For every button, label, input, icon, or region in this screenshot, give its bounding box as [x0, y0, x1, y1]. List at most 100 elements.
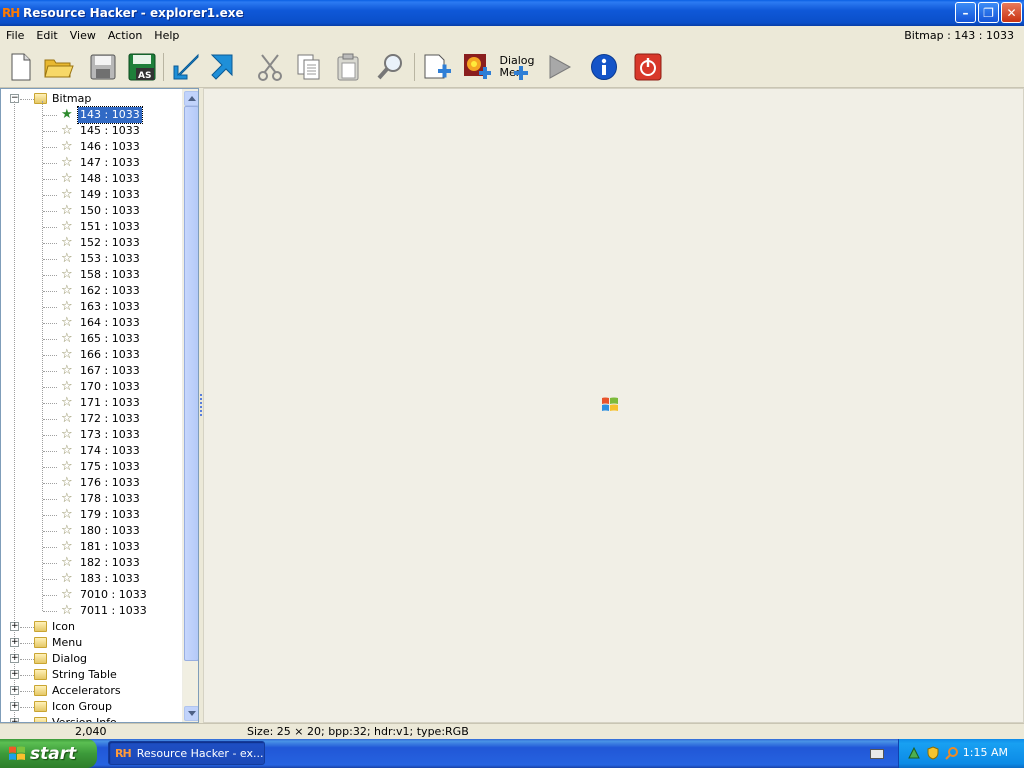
tree-node-bitmap-item[interactable]: ☆ 167 : 1033 [1, 363, 181, 379]
copy-button[interactable] [293, 51, 325, 83]
tree-node-bitmap-item[interactable]: ☆ 164 : 1033 [1, 315, 181, 331]
search-icon[interactable] [945, 746, 959, 760]
tree-node-bitmap-item[interactable]: ☆ 151 : 1033 [1, 219, 181, 235]
scroll-up-button[interactable] [184, 91, 198, 106]
cut-icon [258, 54, 282, 81]
info-button[interactable] [588, 51, 620, 83]
windows-flag-icon [9, 746, 25, 760]
tree-node-bitmap-item[interactable]: ☆ 147 : 1033 [1, 155, 181, 171]
tree-connector [43, 499, 57, 500]
add-resource-button[interactable] [421, 51, 453, 83]
tree-node-bitmap-item[interactable]: ☆ 174 : 1033 [1, 443, 181, 459]
tree-node-bitmap-item[interactable]: ☆ 179 : 1033 [1, 507, 181, 523]
tree-node-folder[interactable]: + Icon Group [1, 699, 181, 715]
run-script-button[interactable] [543, 51, 575, 83]
menu-view[interactable]: View [64, 29, 102, 42]
tree-connector [43, 387, 57, 388]
expand-icon[interactable]: + [10, 670, 19, 679]
tree-node-bitmap-item[interactable]: ☆ 150 : 1033 [1, 203, 181, 219]
tree-node-bitmap-item[interactable]: ☆ 181 : 1033 [1, 539, 181, 555]
maximize-button[interactable]: ❐ [978, 2, 999, 23]
bitmap-star-icon: ☆ [61, 395, 73, 410]
tree-node-bitmap-item[interactable]: ☆ 182 : 1033 [1, 555, 181, 571]
tree-node-label: 146 : 1033 [80, 140, 140, 153]
bitmap-star-icon: ☆ [61, 571, 73, 586]
tree-node-bitmap-item[interactable]: ★ 143 : 1033 [1, 106, 181, 124]
bitmap-star-icon: ☆ [61, 219, 73, 234]
tree-node-bitmap-item[interactable]: ☆ 165 : 1033 [1, 331, 181, 347]
tree-node-bitmap-item[interactable]: ☆ 7011 : 1033 [1, 603, 181, 619]
tree-node-bitmap-item[interactable]: ☆ 176 : 1033 [1, 475, 181, 491]
tree-node-folder[interactable]: + Dialog [1, 651, 181, 667]
tree-node-bitmap-item[interactable]: ☆ 145 : 1033 [1, 123, 181, 139]
tree-node-folder[interactable]: + Version Info [1, 715, 181, 722]
tree-scrollbar[interactable] [182, 89, 198, 722]
import-button[interactable] [170, 51, 202, 83]
tree-node-bitmap-item[interactable]: ☆ 163 : 1033 [1, 299, 181, 315]
tree-node-label: 183 : 1033 [80, 572, 140, 585]
resource-tree[interactable]: − Bitmap ★ 143 : 1033 ☆ 145 : 1033 ☆ 146 : 1033… [0, 88, 199, 723]
find-button[interactable] [374, 51, 406, 83]
menu-file[interactable]: File [0, 29, 30, 42]
title-bar[interactable]: RH Resource Hacker - explorer1.exe – ❐ ✕ [0, 0, 1024, 26]
tree-node-bitmap-item[interactable]: ☆ 158 : 1033 [1, 267, 181, 283]
security-shield-icon[interactable] [926, 746, 940, 760]
bitmap-preview-pane [203, 88, 1024, 723]
tree-node-bitmap-item[interactable]: ☆ 148 : 1033 [1, 171, 181, 187]
network-icon[interactable] [907, 746, 921, 760]
tree-node-label: 145 : 1033 [80, 124, 140, 137]
cut-button[interactable] [254, 51, 286, 83]
splitter-grip[interactable] [200, 394, 202, 416]
bitmap-star-icon: ☆ [61, 411, 73, 426]
tree-node-bitmap-item[interactable]: ☆ 180 : 1033 [1, 523, 181, 539]
tree-node-bitmap-item[interactable]: ☆ 171 : 1033 [1, 395, 181, 411]
tree-node-bitmap-item[interactable]: ☆ 178 : 1033 [1, 491, 181, 507]
taskbar-item-resource-hacker[interactable]: RH Resource Hacker - ex... [108, 741, 265, 765]
tree-node-bitmap-item[interactable]: ☆ 183 : 1033 [1, 571, 181, 587]
start-button[interactable]: start [0, 739, 97, 768]
expand-icon[interactable]: + [10, 654, 19, 663]
tree-node-bitmap-item[interactable]: ☆ 175 : 1033 [1, 459, 181, 475]
expand-icon[interactable]: + [10, 702, 19, 711]
expand-icon[interactable]: + [10, 686, 19, 695]
minimize-button[interactable]: – [955, 2, 976, 23]
scroll-thumb[interactable] [184, 106, 198, 661]
tree-node-label: 153 : 1033 [80, 252, 140, 265]
menu-help[interactable]: Help [148, 29, 185, 42]
tree-node-bitmap-item[interactable]: ☆ 7010 : 1033 [1, 587, 181, 603]
paste-button[interactable] [332, 51, 364, 83]
new-button[interactable] [5, 51, 37, 83]
tree-node-folder[interactable]: + String Table [1, 667, 181, 683]
menu-action[interactable]: Action [102, 29, 148, 42]
tree-node-folder[interactable]: + Menu [1, 635, 181, 651]
menu-edit[interactable]: Edit [30, 29, 63, 42]
tree-node-bitmap-item[interactable]: ☆ 172 : 1033 [1, 411, 181, 427]
tree-node-bitmap-item[interactable]: ☆ 166 : 1033 [1, 347, 181, 363]
tree-node-bitmap-item[interactable]: ☆ 146 : 1033 [1, 139, 181, 155]
tree-node-bitmap[interactable]: − Bitmap [1, 91, 181, 107]
menu-bar: File Edit View Action Help Bitmap : 143 … [0, 26, 1024, 45]
tree-node-bitmap-item[interactable]: ☆ 170 : 1033 [1, 379, 181, 395]
tree-node-bitmap-item[interactable]: ☆ 162 : 1033 [1, 283, 181, 299]
tree-node-bitmap-item[interactable]: ☆ 149 : 1033 [1, 187, 181, 203]
export-button[interactable] [208, 51, 240, 83]
bitmap-star-icon: ☆ [61, 203, 73, 218]
open-button[interactable] [43, 51, 75, 83]
expand-icon[interactable]: + [10, 638, 19, 647]
scroll-down-button[interactable] [184, 706, 198, 721]
tree-node-folder[interactable]: + Accelerators [1, 683, 181, 699]
tree-node-folder[interactable]: + Icon [1, 619, 181, 635]
tree-node-bitmap-item[interactable]: ☆ 173 : 1033 [1, 427, 181, 443]
expand-icon[interactable]: + [10, 622, 19, 631]
folder-icon [34, 621, 47, 632]
save-button[interactable] [87, 51, 119, 83]
toolbar: AS Dialog Mer [0, 45, 1024, 88]
add-image-button[interactable] [461, 51, 493, 83]
keyboard-icon[interactable] [870, 749, 884, 759]
exit-button[interactable] [632, 51, 664, 83]
save-as-button[interactable]: AS [126, 51, 158, 83]
tree-node-bitmap-item[interactable]: ☆ 153 : 1033 [1, 251, 181, 267]
close-button[interactable]: ✕ [1001, 2, 1022, 23]
dialog-menu-button[interactable]: Dialog Mer [499, 51, 535, 83]
tree-node-bitmap-item[interactable]: ☆ 152 : 1033 [1, 235, 181, 251]
